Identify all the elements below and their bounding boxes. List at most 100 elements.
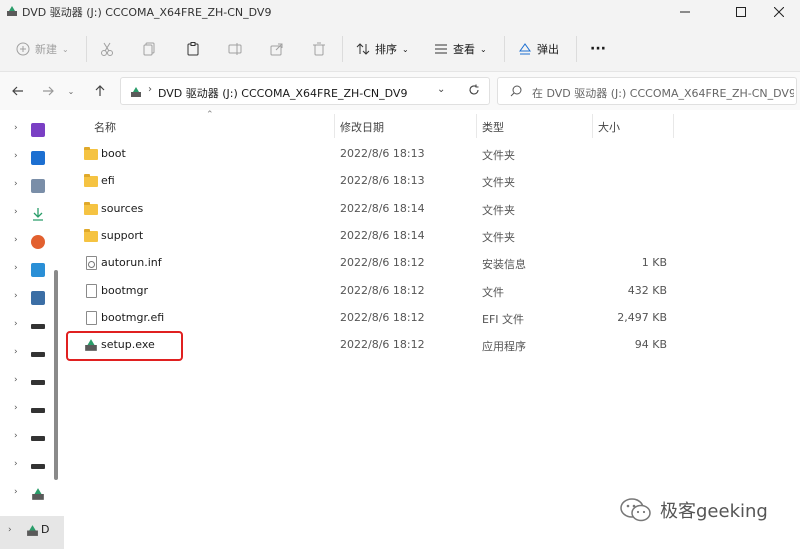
chevron-right-icon[interactable]: › (14, 487, 18, 497)
file-row[interactable]: boot 2022/8/6 18:13 文件夹 (64, 141, 800, 168)
file-size: 2,497 KB (617, 310, 667, 324)
drive-icon (31, 352, 45, 357)
file-date: 2022/8/6 18:13 (340, 147, 425, 160)
cut-button[interactable] (100, 38, 114, 60)
chevron-down-icon: ⌄ (480, 44, 487, 54)
folder-icon (84, 201, 98, 216)
chevron-right-icon[interactable]: › (14, 375, 18, 385)
column-header-name[interactable]: 名称 (94, 119, 116, 135)
file-name: bootmgr.efi (101, 310, 165, 324)
copy-button[interactable] (142, 38, 156, 60)
address-path[interactable]: DVD 驱动器 (J:) CCCOMA_X64FRE_ZH-CN_DV9 (158, 85, 407, 101)
file-type: 应用程序 (482, 340, 526, 354)
sidebar-item[interactable]: › (0, 202, 64, 226)
divider (86, 36, 87, 62)
dvd-drive-icon (31, 487, 45, 501)
chevron-right-icon[interactable]: › (14, 207, 18, 217)
sidebar-item[interactable]: › (0, 146, 64, 170)
forward-button[interactable] (38, 81, 58, 101)
rename-button[interactable] (228, 38, 242, 60)
column-divider[interactable] (476, 114, 477, 138)
recent-locations-button[interactable]: ⌄ (64, 81, 78, 101)
column-header-type[interactable]: 类型 (482, 119, 504, 135)
chevron-right-icon[interactable]: › (14, 263, 18, 273)
sidebar-item[interactable]: › (0, 482, 64, 506)
new-label: 新建 (35, 43, 57, 56)
search-box[interactable]: 在 DVD 驱动器 (J:) CCCOMA_X64FRE_ZH-CN_DV9 (497, 77, 797, 105)
chevron-right-icon[interactable]: › (14, 459, 18, 469)
file-date: 2022/8/6 18:14 (340, 228, 425, 242)
divider (504, 36, 505, 62)
watermark: 极客geeking (620, 497, 768, 523)
minimize-button[interactable] (662, 0, 708, 24)
file-row[interactable]: bootmgr 2022/8/6 18:12 文件 432 KB (64, 278, 800, 305)
music-icon (31, 235, 45, 249)
sidebar-item[interactable]: › (0, 230, 64, 254)
eject-button[interactable]: 弹出 (518, 38, 559, 60)
back-button[interactable] (8, 81, 28, 101)
window-title: DVD 驱动器 (J:) CCCOMA_X64FRE_ZH-CN_DV9 (22, 6, 272, 19)
pictures-icon (31, 151, 45, 165)
new-button[interactable]: 新建 ⌄ (16, 38, 69, 60)
file-type: 安装信息 (482, 258, 526, 272)
chevron-down-icon: ⌄ (67, 86, 75, 96)
paste-button[interactable] (186, 38, 200, 60)
sidebar-item-label: D (41, 523, 50, 536)
share-button[interactable] (270, 38, 284, 60)
column-header-date[interactable]: 修改日期 (340, 119, 384, 135)
file-name: sources (101, 201, 144, 215)
sort-button[interactable]: 排序 ⌄ (356, 38, 409, 60)
chevron-right-icon[interactable]: › (14, 235, 18, 245)
file-row[interactable]: support 2022/8/6 18:14 文件夹 (64, 223, 800, 250)
minimize-icon (680, 11, 690, 13)
trash-icon (313, 42, 325, 56)
search-icon (510, 85, 522, 97)
file-type: 文件夹 (482, 176, 515, 190)
chevron-right-icon[interactable]: › (14, 347, 18, 357)
file-name: boot (101, 147, 126, 160)
file-name: support (101, 228, 144, 242)
view-label: 查看 (453, 43, 475, 56)
column-divider[interactable] (592, 114, 593, 138)
file-row[interactable]: efi 2022/8/6 18:13 文件夹 (64, 168, 800, 195)
column-header-row: ⌃ 名称 修改日期 类型 大小 (64, 110, 800, 140)
delete-button[interactable] (312, 38, 326, 60)
file-row[interactable]: autorun.inf 2022/8/6 18:12 安装信息 1 KB (64, 250, 800, 277)
more-button[interactable]: ··· (590, 38, 606, 60)
folder-icon (84, 174, 98, 188)
view-button[interactable]: 查看 ⌄ (434, 38, 487, 60)
sidebar-item[interactable]: › (0, 118, 64, 142)
clipboard-icon (187, 42, 199, 56)
arrow-right-icon (43, 86, 54, 96)
chevron-right-icon[interactable]: › (14, 431, 18, 441)
file-row[interactable]: bootmgr.efi 2022/8/6 18:12 EFI 文件 2,497 KB (64, 305, 800, 332)
settings-file-icon (84, 256, 98, 271)
chevron-right-icon[interactable]: › (14, 179, 18, 189)
chevron-right-icon[interactable]: › (14, 151, 18, 161)
this-pc-icon (31, 291, 45, 305)
file-row[interactable]: sources 2022/8/6 18:14 文件夹 (64, 196, 800, 223)
view-icon (435, 44, 447, 54)
search-input[interactable]: 在 DVD 驱动器 (J:) CCCOMA_X64FRE_ZH-CN_DV9 (532, 85, 794, 101)
file-name: bootmgr (101, 283, 148, 297)
refresh-button[interactable] (465, 81, 483, 99)
sidebar-item[interactable]: › (0, 174, 64, 198)
sidebar-item-dvd-drive[interactable]: › D (0, 516, 64, 549)
chevron-right-icon[interactable]: › (14, 123, 18, 133)
column-header-size[interactable]: 大小 (598, 119, 620, 135)
title-bar: DVD 驱动器 (J:) CCCOMA_X64FRE_ZH-CN_DV9 (0, 0, 800, 24)
column-divider[interactable] (673, 114, 674, 138)
chevron-right-icon[interactable]: › (14, 291, 18, 301)
chevron-right-icon[interactable]: › (14, 319, 18, 329)
sidebar-scrollbar[interactable] (54, 270, 58, 480)
address-dropdown-button[interactable]: ⌄ (437, 84, 445, 95)
file-type: 文件夹 (482, 149, 515, 162)
column-divider[interactable] (334, 114, 335, 138)
up-button[interactable] (90, 81, 110, 101)
close-button[interactable] (756, 0, 800, 24)
chevron-right-icon[interactable]: › (14, 403, 18, 413)
address-bar[interactable]: › DVD 驱动器 (J:) CCCOMA_X64FRE_ZH-CN_DV9 ⌄ (120, 77, 490, 105)
file-type: EFI 文件 (482, 312, 525, 326)
file-type: 文件夹 (482, 230, 515, 244)
file-date: 2022/8/6 18:12 (340, 256, 425, 270)
